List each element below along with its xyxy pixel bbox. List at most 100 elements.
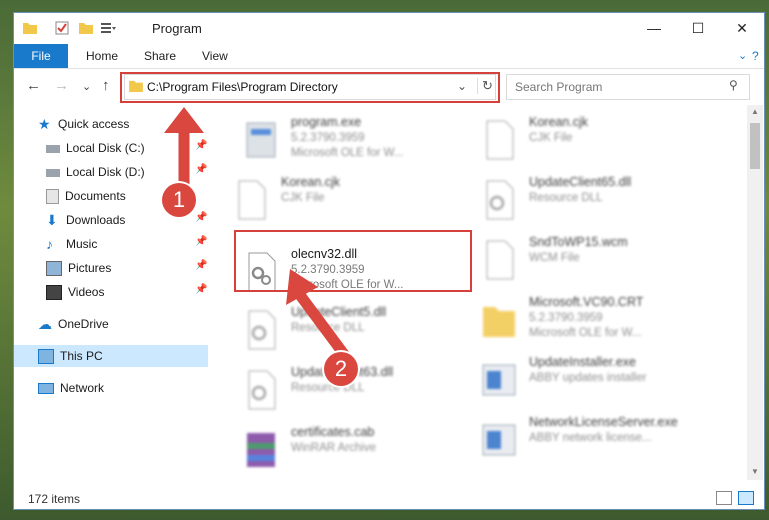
nav-downloads[interactable]: ⬇ Downloads <box>46 209 125 231</box>
installer-icon <box>482 364 516 396</box>
file-detail: Microsoft OLE for W... <box>529 327 642 339</box>
file-tile[interactable]: Microsoft.VC90.CRT 5.2.3790.3959 Microso… <box>479 291 709 349</box>
file-detail: Resource DLL <box>291 382 365 394</box>
scroll-down-icon[interactable]: ▼ <box>751 467 759 476</box>
file-detail: Resource DLL <box>529 192 603 204</box>
nav-label: Quick access <box>58 117 130 131</box>
document-icon <box>46 189 59 205</box>
vertical-scrollbar[interactable]: ▲ ▼ <box>747 105 763 480</box>
file-tile[interactable]: Korean.cjk CJK File <box>479 111 709 169</box>
forward-arrow-icon[interactable]: → <box>54 77 69 94</box>
blank-file-icon <box>238 180 266 220</box>
file-tile[interactable]: UpdateClient65.dll Resource DLL <box>479 171 709 229</box>
nav-documents[interactable]: Documents <box>46 185 126 207</box>
nav-this-pc[interactable]: This PC <box>14 345 208 367</box>
folder-icon[interactable] <box>22 20 38 36</box>
nav-label: Videos <box>68 285 105 299</box>
step-badge-2: 2 <box>324 352 358 386</box>
dll-gear-file-icon <box>486 180 514 220</box>
file-tile[interactable]: Korean.cjk CJK File <box>231 171 461 229</box>
file-name: certificates.cab <box>291 425 375 439</box>
nav-quick-access[interactable]: ★ Quick access <box>38 113 129 135</box>
explorer-window: Program — ☐ ✕ File Home Share View ⌄ ? ←… <box>14 13 764 509</box>
address-highlight-box <box>120 72 500 103</box>
search-box[interactable]: Search Program ⚲ <box>506 74 750 100</box>
download-arrow-icon: ⬇ <box>46 212 58 229</box>
file-name: Korean.cjk <box>529 115 589 129</box>
details-view-icon[interactable] <box>716 491 732 505</box>
back-arrow-icon[interactable]: ← <box>26 77 41 94</box>
nav-label: Downloads <box>66 213 126 227</box>
pin-icon[interactable]: 📌 <box>195 212 207 223</box>
file-tile[interactable]: certificates.cab WinRAR Archive <box>241 421 471 479</box>
recent-locations-chevron-icon[interactable]: ⌄ <box>82 80 91 93</box>
nav-local-disk-c[interactable]: Local Disk (C:) <box>46 137 145 159</box>
pin-icon[interactable]: 📌 <box>195 236 207 247</box>
file-tile[interactable]: SndToWP15.wcm WCM File <box>479 231 709 289</box>
nav-network[interactable]: Network <box>38 377 104 399</box>
file-detail: ABBY network license... <box>529 432 652 444</box>
nav-local-disk-d[interactable]: Local Disk (D:) <box>46 161 145 183</box>
search-icon[interactable]: ⚲ <box>729 78 738 92</box>
nav-label: Pictures <box>68 261 112 275</box>
file-name: UpdateInstaller.exe <box>529 355 637 369</box>
nav-onedrive[interactable]: ☁ OneDrive <box>38 313 109 335</box>
annotation-arrow-2 <box>286 269 352 363</box>
nav-label: Local Disk (D:) <box>66 165 145 179</box>
close-button[interactable]: ✕ <box>720 13 764 44</box>
pin-icon[interactable]: 📌 <box>195 284 207 295</box>
computer-icon <box>38 349 54 365</box>
file-name: Korean.cjk <box>281 175 341 189</box>
dll-gear-file-icon <box>248 370 276 410</box>
customize-toolbar-icon[interactable] <box>100 20 116 36</box>
nav-label: Music <box>66 237 98 251</box>
tab-view[interactable]: View <box>202 44 228 68</box>
file-detail: WCM File <box>529 252 580 264</box>
window-title: Program <box>152 21 202 36</box>
blank-file-icon <box>486 240 514 280</box>
network-icon <box>38 383 54 395</box>
archive-icon <box>247 433 275 467</box>
file-detail: ABBY updates installer <box>529 372 647 384</box>
file-name: program.exe <box>291 115 362 129</box>
minimize-button[interactable]: — <box>632 13 676 44</box>
file-detail: CJK File <box>281 192 325 204</box>
tab-home[interactable]: Home <box>86 44 118 68</box>
application-icon <box>246 122 276 158</box>
nav-music[interactable]: ♪ Music <box>46 233 97 255</box>
file-tile[interactable]: UpdateInstaller.exe ABBY updates install… <box>479 351 709 409</box>
file-detail: 5.2.3790.3959 <box>291 132 365 144</box>
file-name: NetworkLicenseServer.exe <box>529 415 678 429</box>
tab-file[interactable]: File <box>14 44 68 68</box>
file-detail: CJK File <box>529 132 573 144</box>
maximize-button[interactable]: ☐ <box>676 13 720 44</box>
pictures-icon <box>46 261 62 277</box>
file-tile[interactable]: NetworkLicenseServer.exe ABBY network li… <box>479 411 709 469</box>
up-arrow-icon[interactable]: ↑ <box>102 77 110 94</box>
film-icon <box>46 285 62 301</box>
blank-file-icon <box>486 120 514 160</box>
properties-icon[interactable] <box>54 20 70 36</box>
file-name: UpdateClient65.dll <box>529 175 632 189</box>
nav-label: This PC <box>60 349 103 363</box>
tab-share[interactable]: Share <box>144 44 176 68</box>
file-detail: WinRAR Archive <box>291 442 376 454</box>
music-note-icon: ♪ <box>46 236 53 253</box>
scroll-up-icon[interactable]: ▲ <box>751 107 759 116</box>
new-folder-icon[interactable] <box>78 20 94 36</box>
nav-label: Network <box>60 381 105 395</box>
nav-videos[interactable]: Videos <box>46 281 104 303</box>
installer-icon <box>482 424 516 456</box>
status-bar: 172 items <box>14 489 764 509</box>
large-icons-view-icon[interactable] <box>738 491 754 505</box>
scrollbar-thumb[interactable] <box>750 123 760 169</box>
pin-icon[interactable]: 📌 <box>195 260 207 271</box>
expand-ribbon-icon[interactable]: ⌄ <box>738 44 747 68</box>
file-tile[interactable]: program.exe 5.2.3790.3959 Microsoft OLE … <box>241 111 471 169</box>
nav-pictures[interactable]: Pictures <box>46 257 111 279</box>
nav-label: Local Disk (C:) <box>66 141 145 155</box>
search-placeholder: Search Program <box>515 80 603 94</box>
ribbon-tabs: File Home Share View ⌄ ? <box>14 44 764 69</box>
help-icon[interactable]: ? <box>752 44 759 68</box>
step-badge-1: 1 <box>162 183 196 217</box>
